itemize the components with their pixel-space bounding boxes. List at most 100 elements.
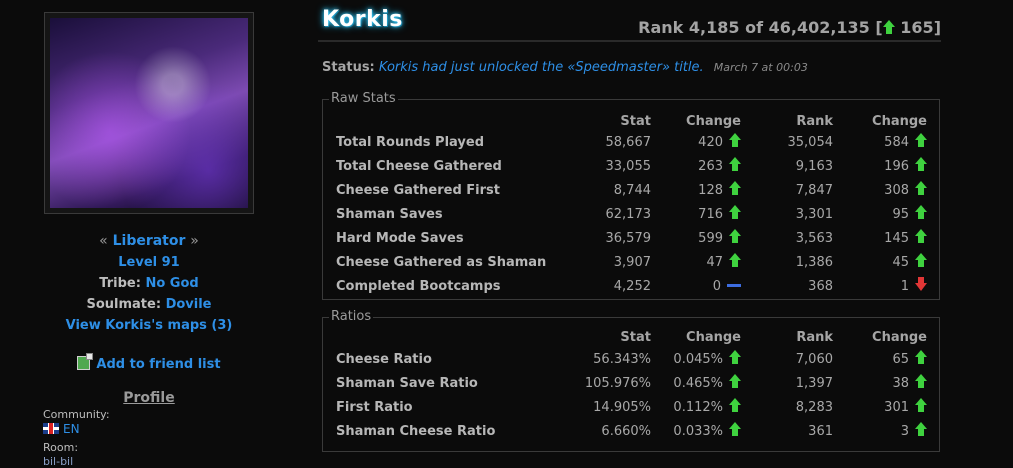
rank-value-value: 8,283: [795, 400, 833, 415]
stat-value-value: 4,252: [613, 279, 651, 294]
ratios-header: Stat Change Rank Change: [323, 326, 939, 350]
avatar-frame: [44, 12, 254, 214]
player-title: « Liberator »: [99, 233, 199, 249]
rank-change: 38: [892, 372, 927, 396]
stat-value: 4,252: [614, 275, 651, 299]
stat-name-value: Total Rounds Played: [336, 135, 485, 150]
rank-value-value: 9,163: [795, 159, 833, 174]
rank-value: 9,163: [796, 155, 833, 179]
no-change-icon: [727, 284, 741, 287]
rank-change-value: 45: [892, 255, 909, 270]
rank-value-value: 7,847: [795, 183, 833, 198]
status-line: Status: Korkis had just unlocked the «Sp…: [322, 60, 808, 75]
rank-value: 8,283: [796, 396, 833, 420]
rank-value: 3,301: [796, 203, 833, 227]
stat-value-value: 36,579: [605, 231, 652, 246]
up-arrow-icon: [915, 133, 927, 147]
rank-change-value: 145: [884, 231, 909, 246]
soulmate-link[interactable]: Dovile: [166, 297, 212, 312]
stat-change: 128: [698, 179, 741, 203]
stat-value-value: 33,055: [605, 159, 652, 174]
table-row: Cheese Gathered First 8,744 128 7,847 308: [323, 179, 939, 203]
stat-change-value: 128: [698, 183, 723, 198]
col-rank-change: Change: [872, 330, 927, 345]
stat-value: 14.905%: [593, 396, 651, 420]
stat-change: 0.033%: [673, 420, 741, 444]
stat-value-value: 8,744: [613, 183, 651, 198]
table-row: Total Rounds Played 58,667 420 35,054 584: [323, 131, 939, 155]
status-time: March 7 at 00:03: [713, 61, 808, 74]
stat-change-value: 0.465%: [673, 376, 723, 391]
rank-change-value: 1: [900, 279, 909, 294]
up-arrow-icon: [915, 422, 927, 436]
rank-value-value: 368: [808, 279, 833, 294]
stat-name-value: Shaman Saves: [336, 207, 443, 222]
rank-value-value: 3,301: [795, 207, 833, 222]
title-link[interactable]: Liberator: [113, 233, 186, 249]
stat-value-value: 56.343%: [593, 352, 651, 367]
table-row: Hard Mode Saves 36,579 599 3,563 145: [323, 227, 939, 251]
rank-value-value: 3,563: [795, 231, 833, 246]
stat-change: 263: [698, 155, 741, 179]
rank-value: 7,060: [796, 348, 833, 372]
rank-change-value: 65: [892, 352, 909, 367]
status-label: Status:: [322, 60, 375, 75]
rank-change: 165: [900, 18, 934, 37]
stat-change: 0.465%: [673, 372, 741, 396]
rank-value-value: 1,386: [795, 255, 833, 270]
raw-stats-legend: Raw Stats: [329, 91, 398, 106]
stat-name: Cheese Gathered as Shaman: [336, 251, 546, 275]
add-friend-button[interactable]: Add to friend list: [40, 353, 258, 372]
stat-change-value: 716: [698, 207, 723, 222]
rank-change: 308: [884, 179, 927, 203]
tribe-link[interactable]: No God: [145, 276, 198, 291]
table-row: Shaman Cheese Ratio 6.660% 0.033% 361 3: [323, 420, 939, 444]
down-arrow-icon: [915, 277, 927, 291]
stat-name: Shaman Saves: [336, 203, 443, 227]
table-row: First Ratio 14.905% 0.112% 8,283 301: [323, 396, 939, 420]
stat-name-value: Hard Mode Saves: [336, 231, 464, 246]
stat-name-value: Cheese Gathered as Shaman: [336, 255, 547, 270]
raw-stats-panel: Raw Stats Stat Change Rank Change Total …: [322, 91, 940, 300]
rank-change-value: 3: [900, 424, 909, 439]
stat-name: Hard Mode Saves: [336, 227, 464, 251]
stat-change: 0: [713, 275, 741, 299]
up-arrow-icon: [729, 157, 741, 171]
header-divider: [318, 40, 941, 42]
rank-prefix: Rank 4,185 of 46,402,135 [: [638, 18, 883, 37]
stat-value-value: 58,667: [605, 135, 652, 150]
view-maps-link[interactable]: View Korkis's maps (3): [40, 318, 258, 333]
ratios-legend: Ratios: [329, 309, 374, 324]
up-arrow-icon: [729, 133, 741, 147]
rank-suffix: ]: [933, 18, 941, 37]
ratios-panel: Ratios Stat Change Rank Change Cheese Ra…: [322, 309, 940, 452]
rank-value: 7,847: [796, 179, 833, 203]
stat-value: 56.343%: [593, 348, 651, 372]
rank-change: 65: [892, 348, 927, 372]
table-row: Shaman Saves 62,173 716 3,301 95: [323, 203, 939, 227]
rank-change-value: 196: [884, 159, 909, 174]
rank-change: 45: [892, 251, 927, 275]
stat-name-value: Cheese Ratio: [336, 352, 432, 367]
stat-name-value: First Ratio: [336, 400, 413, 415]
stat-value: 3,907: [614, 251, 651, 275]
table-row: Cheese Ratio 56.343% 0.045% 7,060 65: [323, 348, 939, 372]
stat-name-value: Cheese Gathered First: [336, 183, 500, 198]
rank-change: 145: [884, 227, 927, 251]
stat-name: First Ratio: [336, 396, 413, 420]
stat-value-value: 3,907: [613, 255, 651, 270]
up-arrow-icon: [729, 350, 741, 364]
rank-change: 95: [892, 203, 927, 227]
rank-value: 1,397: [796, 372, 833, 396]
stat-change: 0.045%: [673, 348, 741, 372]
stat-change: 599: [698, 227, 741, 251]
col-rank: Rank: [796, 330, 833, 345]
table-row: Shaman Save Ratio 105.976% 0.465% 1,397 38: [323, 372, 939, 396]
add-friend-label: Add to friend list: [96, 357, 221, 372]
stat-change: 47: [706, 251, 741, 275]
stat-value-value: 14.905%: [593, 400, 651, 415]
stat-value: 33,055: [606, 155, 652, 179]
up-arrow-icon: [729, 229, 741, 243]
stat-change: 0.112%: [673, 396, 741, 420]
rank-change: 301: [884, 396, 927, 420]
